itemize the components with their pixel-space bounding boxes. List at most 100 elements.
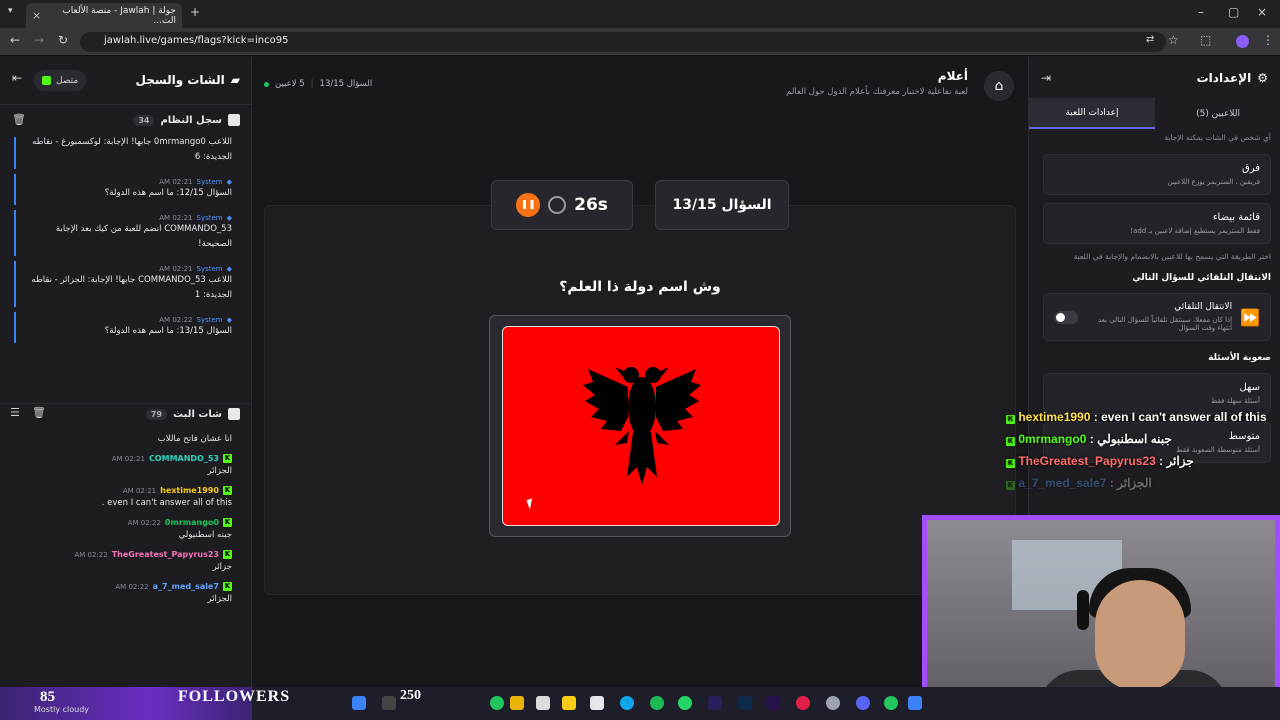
log-text: COMMANDO_53 انضم للعبة من كيك بعد الإجاب… bbox=[55, 224, 232, 249]
gear-icon: ⚙ bbox=[1257, 71, 1268, 85]
bookmark-star-icon[interactable]: ☆ bbox=[1168, 33, 1179, 47]
close-tab-icon[interactable]: × bbox=[32, 9, 41, 22]
reload-icon[interactable]: ↻ bbox=[58, 33, 68, 47]
url-text: jawlah.live/games/flags?kick=inco95 bbox=[104, 35, 289, 46]
menu-icon[interactable]: ⋮ bbox=[1262, 33, 1274, 47]
option-desc: أسئلة سهلة فقط bbox=[1210, 397, 1260, 405]
progress-text: السؤال 13/15 bbox=[319, 79, 373, 89]
after-effects-icon[interactable] bbox=[766, 696, 780, 710]
search-icon[interactable] bbox=[382, 696, 396, 710]
difficulty-easy[interactable]: سهل أسئلة سهلة فقط bbox=[1043, 373, 1271, 414]
chat-time: 02:21 AM bbox=[111, 454, 145, 463]
minimize-icon[interactable]: – bbox=[1198, 5, 1204, 19]
chat-username[interactable]: a_7_med_sale7 bbox=[153, 582, 219, 591]
overlay-text: : جزائر bbox=[1159, 454, 1194, 468]
option-whitelist[interactable]: قائمة بيضاء فقط الستريمر يستطيع إضافة لا… bbox=[1043, 203, 1271, 244]
home-button[interactable]: ⌂ bbox=[984, 71, 1014, 101]
tab-players[interactable]: اللاعبين (5) bbox=[1155, 98, 1280, 129]
folder-icon[interactable] bbox=[562, 696, 576, 710]
photoshop-icon[interactable] bbox=[738, 696, 752, 710]
close-window-icon[interactable]: × bbox=[1257, 5, 1267, 19]
trash-icon[interactable]: 🗑 bbox=[12, 113, 26, 126]
windows-start-icon[interactable] bbox=[352, 696, 366, 710]
system-log-header: 🗑 سجل النظام 34 bbox=[0, 109, 252, 133]
url-input[interactable]: jawlah.live/games/flags?kick=inco95 bbox=[80, 32, 1166, 52]
browser-tab[interactable]: جولة | Jawlah - منصة الألعاب الت... × bbox=[26, 3, 182, 28]
option-desc: فقط الستريمر يستطيع إضافة لاعبين بـ add! bbox=[1130, 227, 1260, 235]
option-desc: فريقين ، الستريمر يوزع اللاعبين bbox=[1167, 178, 1260, 186]
system-log-list: اللاعب 0mrmango0 جابها! الإجابة: لوكسمبو… bbox=[0, 137, 246, 393]
chrome-icon[interactable] bbox=[490, 696, 504, 710]
system-log-count: 34 bbox=[133, 114, 155, 126]
stream-chat-header: ☰ 🗑 شات البث 79 bbox=[0, 403, 252, 425]
chrome-icon-2[interactable] bbox=[884, 696, 898, 710]
chat-username[interactable]: COMMANDO_53 bbox=[149, 454, 219, 463]
streamer-face bbox=[1095, 580, 1185, 690]
stream-chat-title-text: شات البث bbox=[173, 408, 222, 420]
game-status-bar: السؤال 13/15 | 5 لاعبين bbox=[264, 79, 372, 89]
option-teams[interactable]: فرق فريقين ، الستريمر يوزع اللاعبين bbox=[1043, 154, 1271, 195]
auto-next-heading: الانتقال التلقائي للسؤال التالي bbox=[1132, 273, 1271, 283]
log-author: System bbox=[196, 214, 223, 222]
chat-message: انا عشان فاتح ماللاب bbox=[0, 431, 246, 447]
tab-game-settings[interactable]: إعدادات اللعبة bbox=[1029, 98, 1155, 129]
auto-next-toggle[interactable] bbox=[1054, 310, 1078, 324]
store-icon[interactable] bbox=[590, 696, 604, 710]
filter-icon[interactable]: ☰ bbox=[10, 406, 20, 419]
followers-count: 85 bbox=[40, 689, 55, 705]
settings-tabs: اللاعبين (5) إعدادات اللعبة bbox=[1029, 98, 1280, 129]
extensions-icon[interactable]: ⬚ bbox=[1200, 33, 1211, 47]
double-headed-eagle-icon bbox=[583, 367, 701, 485]
chat-message: K 0mrmango0 02:22 AM جبنه اسطنبولي bbox=[0, 518, 246, 543]
new-tab-icon[interactable]: + bbox=[190, 5, 200, 19]
chat-username[interactable]: TheGreatest_Papyrus23 bbox=[112, 550, 219, 559]
kick-icon bbox=[42, 76, 51, 85]
overlay-username: hextime1990 bbox=[1018, 410, 1091, 424]
system-icon: ◆ bbox=[226, 214, 232, 222]
fast-forward-icon: ⏩ bbox=[1240, 307, 1260, 327]
whatsapp-icon[interactable] bbox=[678, 696, 692, 710]
game-title: أعلام bbox=[937, 69, 968, 83]
system-log-title: سجل النظام 34 bbox=[133, 114, 240, 126]
system-icon: ◆ bbox=[226, 316, 232, 324]
back-icon[interactable]: ← bbox=[10, 33, 20, 47]
trash-icon[interactable]: 🗑 bbox=[32, 406, 46, 419]
translate-icon[interactable]: ⇄ bbox=[1146, 34, 1154, 45]
log-text: السؤال 12/15: ما اسم هذه الدولة؟ bbox=[104, 188, 232, 198]
log-icon bbox=[228, 114, 240, 126]
overlay-chat-line: K 0mrmango0 : جبنه اسطنبولي bbox=[1006, 432, 1266, 446]
collapse-panel-icon[interactable]: ⇤ bbox=[12, 71, 22, 85]
spotify-icon[interactable] bbox=[650, 696, 664, 710]
overlay-username: a_7_med_sale7 bbox=[1018, 476, 1107, 490]
browser-tabbar: ▾ جولة | Jawlah - منصة الألعاب الت... × … bbox=[0, 0, 1280, 28]
panel-title: ▰ الشات والسجل bbox=[136, 73, 240, 87]
system-log-item: ◆ System 02:22 AM السؤال 13/15: ما اسم هذه… bbox=[14, 312, 246, 343]
kick-icon: K bbox=[223, 582, 232, 591]
chat-username[interactable]: 0mrmango0 bbox=[165, 518, 219, 527]
collapse-settings-icon[interactable]: ⇥ bbox=[1041, 71, 1051, 85]
chat-username[interactable]: hextime1990 bbox=[160, 486, 219, 495]
notepad-icon[interactable] bbox=[536, 696, 550, 710]
chat-time: 02:22 AM bbox=[74, 550, 108, 559]
question-counter: السؤال 13/15 bbox=[655, 180, 789, 230]
pause-button[interactable]: ❚❚ bbox=[516, 193, 541, 217]
discord-icon[interactable] bbox=[856, 696, 870, 710]
game-subtitle: لعبة تفاعلية لاختبار معرفتك بأعلام الدول… bbox=[786, 87, 968, 97]
edge-icon[interactable] bbox=[620, 696, 634, 710]
settings-icon[interactable] bbox=[826, 696, 840, 710]
option-title: سهل bbox=[1239, 382, 1260, 393]
app-icon-2[interactable] bbox=[908, 696, 922, 710]
browser-toolbar: ← → ↻ jawlah.live/games/flags?kick=inco9… bbox=[0, 28, 1280, 56]
premiere-icon[interactable] bbox=[708, 696, 722, 710]
tab-list-icon[interactable]: ▾ bbox=[8, 6, 13, 16]
maximize-icon[interactable]: ▢ bbox=[1228, 5, 1239, 19]
forward-icon[interactable]: → bbox=[34, 33, 44, 47]
log-time: 02:21 AM bbox=[159, 265, 193, 273]
pinterest-icon[interactable] bbox=[796, 696, 810, 710]
app-icon[interactable] bbox=[510, 696, 524, 710]
chat-bubble-icon bbox=[228, 408, 240, 420]
kick-icon: K bbox=[1006, 415, 1015, 424]
players-count: 5 لاعبين bbox=[275, 79, 305, 89]
profile-avatar[interactable] bbox=[1236, 35, 1249, 48]
kick-icon: K bbox=[1006, 459, 1015, 468]
